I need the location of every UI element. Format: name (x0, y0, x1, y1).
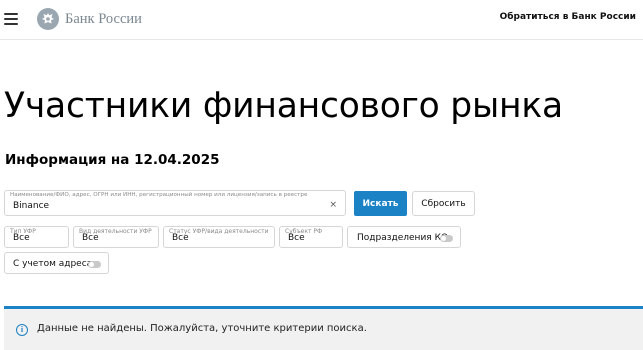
page-title: Участники финансового рынка (4, 86, 563, 126)
search-input[interactable]: Binance (13, 201, 49, 211)
ko-divisions-toggle[interactable]: Подразделения КО (347, 226, 461, 248)
menu-icon-bar (4, 13, 18, 15)
ufr-status-value: Все (172, 233, 189, 243)
with-address-label: С учетом адреса (13, 259, 93, 269)
rf-subject-value: Все (288, 233, 305, 243)
info-date-heading: Информация на 12.04.2025 (5, 152, 220, 168)
ko-divisions-label: Подразделения КО (357, 233, 449, 243)
rf-subject-select[interactable]: Субъект РФ Все (279, 226, 343, 248)
alert-message: Данные не найдены. Пожалуйста, уточните … (37, 323, 367, 334)
eagle-emblem-icon (37, 8, 59, 30)
menu-icon[interactable] (4, 13, 18, 25)
reset-button[interactable]: Сбросить (412, 191, 475, 216)
info-icon-glyph: i (20, 325, 24, 334)
ufr-type-value: Все (13, 233, 30, 243)
with-address-toggle[interactable]: С учетом адреса (4, 252, 109, 274)
ufr-status-select[interactable]: Статус УФР/вида деятельности Все (163, 226, 275, 248)
menu-icon-bar (4, 18, 18, 20)
no-data-alert: i Данные не найдены. Пожалуйста, уточнит… (4, 306, 643, 350)
with-address-switch[interactable] (88, 261, 101, 268)
search-field[interactable]: Наименование/ФИО, адрес, ОГРН или ИНН, р… (4, 190, 346, 216)
info-icon: i (16, 324, 28, 336)
search-button[interactable]: Искать (354, 191, 407, 216)
ko-divisions-switch[interactable] (440, 235, 453, 242)
menu-icon-bar (4, 23, 18, 25)
site-header: Банк России Обратиться в Банк России (0, 0, 643, 40)
ufr-activity-select[interactable]: Вид деятельности УФР Все (73, 226, 159, 248)
bank-logo[interactable]: Банк России (37, 7, 142, 31)
contact-bank-link[interactable]: Обратиться в Банк России (500, 12, 636, 22)
ufr-type-select[interactable]: Тип УФР Все (4, 226, 69, 248)
search-field-label: Наименование/ФИО, адрес, ОГРН или ИНН, р… (10, 192, 308, 198)
ufr-activity-value: Все (82, 233, 99, 243)
logo-text: Банк России (65, 10, 142, 27)
clear-icon[interactable]: × (329, 200, 337, 210)
